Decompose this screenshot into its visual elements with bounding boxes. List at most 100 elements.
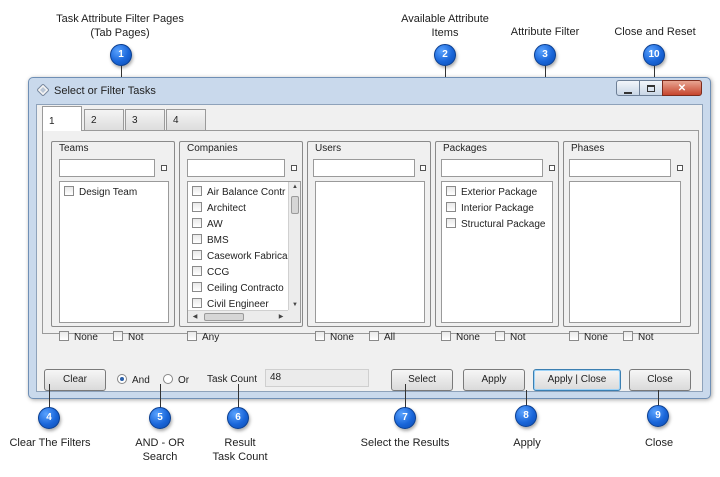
- checkbox[interactable]: [569, 331, 579, 341]
- packages-filter-options-icon[interactable]: [549, 165, 555, 171]
- checkbox[interactable]: [441, 331, 451, 341]
- checkbox[interactable]: [192, 298, 202, 308]
- maximize-button[interactable]: [639, 80, 663, 96]
- checkbox[interactable]: [187, 331, 197, 341]
- companies-filter-input[interactable]: [187, 159, 285, 177]
- scroll-up-arrow-icon[interactable]: ▲: [289, 184, 300, 190]
- scroll-down-arrow-icon[interactable]: ▼: [289, 302, 300, 308]
- window-title: Select or Filter Tasks: [54, 85, 156, 97]
- checkbox[interactable]: [59, 331, 69, 341]
- title-bar[interactable]: Select or Filter Tasks ✕: [29, 78, 710, 104]
- phases-none-option[interactable]: None: [569, 331, 608, 343]
- connector-line: [405, 384, 406, 408]
- checkbox[interactable]: [113, 331, 123, 341]
- list-item[interactable]: BMS: [188, 233, 300, 249]
- phases-list[interactable]: [569, 181, 681, 323]
- apply-close-button[interactable]: Apply | Close: [533, 369, 621, 391]
- callout-bubble-3: 3: [534, 44, 556, 66]
- annotation-apply: Apply: [513, 437, 541, 449]
- users-none-option[interactable]: None: [315, 331, 354, 343]
- checkbox[interactable]: [446, 218, 456, 228]
- scroll-thumb[interactable]: [204, 313, 244, 321]
- phases-label: Phases: [571, 143, 605, 154]
- packages-filter-input[interactable]: [441, 159, 543, 177]
- checkbox[interactable]: [192, 202, 202, 212]
- users-filter-options-icon[interactable]: [420, 165, 426, 171]
- companies-filter-options-icon[interactable]: [291, 165, 297, 171]
- checkbox[interactable]: [495, 331, 505, 341]
- checkbox[interactable]: [192, 218, 202, 228]
- callout-bubble-7: 7: [394, 407, 416, 429]
- connector-line: [49, 384, 50, 408]
- tab-3[interactable]: 3: [125, 109, 165, 131]
- phases-filter-input[interactable]: [569, 159, 671, 177]
- list-item[interactable]: Structural Package: [442, 217, 552, 233]
- companies-any-option[interactable]: Any: [187, 331, 219, 343]
- scroll-right-arrow-icon[interactable]: ▶: [275, 313, 287, 320]
- checkbox[interactable]: [192, 266, 202, 276]
- tab-2[interactable]: 2: [84, 109, 124, 131]
- teams-not-option[interactable]: Not: [113, 331, 144, 343]
- checkbox[interactable]: [446, 186, 456, 196]
- task-count-label: Task Count: [207, 374, 258, 385]
- and-radio[interactable]: And: [117, 374, 150, 386]
- list-item[interactable]: Interior Package: [442, 201, 552, 217]
- checkbox[interactable]: [64, 186, 74, 196]
- minimize-icon: [624, 92, 632, 94]
- packages-none-option[interactable]: None: [441, 331, 480, 343]
- teams-filter-input[interactable]: [59, 159, 155, 177]
- radio-icon[interactable]: [163, 374, 173, 384]
- phases-filter-options-icon[interactable]: [677, 165, 683, 171]
- list-item[interactable]: Ceiling Contracto: [188, 281, 300, 297]
- teams-none-option[interactable]: None: [59, 331, 98, 343]
- list-item[interactable]: Architect: [188, 201, 300, 217]
- list-item[interactable]: AW: [188, 217, 300, 233]
- checkbox[interactable]: [192, 186, 202, 196]
- checkbox[interactable]: [192, 234, 202, 244]
- scroll-left-arrow-icon[interactable]: ◀: [189, 313, 201, 320]
- companies-label: Companies: [187, 143, 238, 154]
- list-item[interactable]: Design Team: [60, 185, 168, 201]
- teams-label: Teams: [59, 143, 89, 154]
- packages-list[interactable]: Exterior Package Interior Package Struct…: [441, 181, 553, 323]
- packages-not-option[interactable]: Not: [495, 331, 526, 343]
- companies-list[interactable]: Air Balance Contr Architect AW BMS Casew…: [187, 181, 301, 323]
- checkbox[interactable]: [446, 202, 456, 212]
- checkbox[interactable]: [369, 331, 379, 341]
- vertical-scrollbar[interactable]: ▲ ▼: [288, 182, 300, 310]
- scrollbar-corner: [288, 310, 300, 322]
- annotation-close: Close: [644, 437, 674, 449]
- scroll-thumb[interactable]: [291, 196, 299, 214]
- users-list[interactable]: [315, 181, 425, 323]
- or-radio[interactable]: Or: [163, 374, 189, 386]
- horizontal-scrollbar[interactable]: ◀ ▶: [188, 310, 288, 322]
- dialog-client-area: 1 2 3 4 Teams Design Team Companies Air …: [36, 104, 703, 392]
- list-item[interactable]: Air Balance Contr: [188, 185, 300, 201]
- list-item[interactable]: Exterior Package: [442, 185, 552, 201]
- close-window-button[interactable]: ✕: [662, 80, 702, 96]
- minimize-button[interactable]: [616, 80, 640, 96]
- close-button[interactable]: Close: [629, 369, 691, 391]
- users-filter-input[interactable]: [313, 159, 415, 177]
- clear-button[interactable]: Clear: [44, 369, 106, 391]
- radio-selected-icon[interactable]: [117, 374, 127, 384]
- users-all-option[interactable]: All: [369, 331, 395, 343]
- phases-not-option[interactable]: Not: [623, 331, 654, 343]
- tab-4[interactable]: 4: [166, 109, 206, 131]
- teams-list[interactable]: Design Team: [59, 181, 169, 323]
- checkbox[interactable]: [192, 282, 202, 292]
- select-filter-dialog: Select or Filter Tasks ✕ 1 2 3 4 Teams D…: [28, 77, 711, 399]
- checkbox[interactable]: [315, 331, 325, 341]
- checkbox[interactable]: [623, 331, 633, 341]
- checkbox[interactable]: [192, 250, 202, 260]
- callout-bubble-5: 5: [149, 407, 171, 429]
- annotation-attribute-filter: Attribute Filter: [510, 26, 580, 38]
- select-button[interactable]: Select: [391, 369, 453, 391]
- apply-button[interactable]: Apply: [463, 369, 525, 391]
- teams-filter-options-icon[interactable]: [161, 165, 167, 171]
- connector-line: [160, 384, 161, 408]
- annotation-result-count: Result Task Count: [212, 437, 268, 463]
- list-item[interactable]: CCG: [188, 265, 300, 281]
- list-item[interactable]: Casework Fabrica: [188, 249, 300, 265]
- tab-1[interactable]: 1: [42, 106, 82, 131]
